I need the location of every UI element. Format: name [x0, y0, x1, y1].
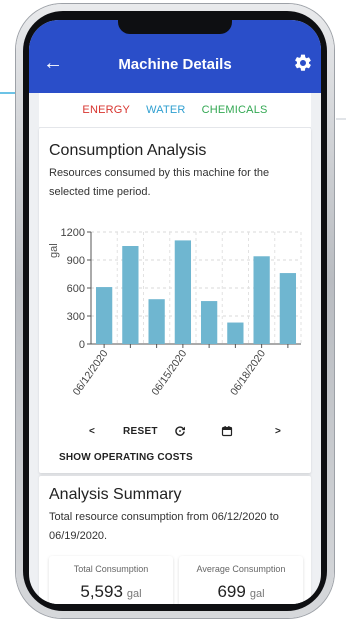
reset-button[interactable]: RESET — [123, 426, 158, 437]
tab-water[interactable]: WATER — [146, 104, 186, 116]
y-tick-label: 600 — [67, 283, 85, 295]
screen: ← Machine Details ENERGY WATER CHEMICALS… — [29, 20, 321, 604]
y-tick-label: 1200 — [61, 227, 85, 239]
average-unit: gal — [249, 588, 265, 600]
average-consumption-value: 699 gal — [179, 582, 303, 602]
chart-bar — [227, 322, 244, 344]
phone-frame: ← Machine Details ENERGY WATER CHEMICALS… — [16, 4, 334, 618]
tab-energy[interactable]: ENERGY — [82, 104, 130, 116]
page-title: Machine Details — [118, 56, 232, 73]
section-title: Consumption Analysis — [49, 142, 207, 159]
total-value: 5,593 — [80, 582, 123, 601]
phone-notch — [118, 20, 232, 34]
x-tick-label: 06/18/2020 — [228, 348, 268, 398]
chart-bar — [279, 273, 297, 344]
total-unit: gal — [126, 588, 142, 600]
resource-tabs: ENERGY WATER CHEMICALS — [39, 93, 311, 128]
chart-bar — [253, 256, 270, 344]
y-tick-label: 0 — [79, 339, 85, 351]
y-tick-label: 900 — [67, 255, 85, 267]
y-tick-label: 300 — [67, 311, 85, 323]
section-description: Resources consumed by this machine for t… — [49, 167, 270, 198]
summary-description: Total resource consumption from 06/12/20… — [49, 511, 279, 542]
chart-bar — [148, 299, 165, 344]
total-consumption-label: Total Consumption — [73, 564, 149, 574]
previous-period-button[interactable]: < — [89, 426, 95, 437]
next-period-button[interactable]: > — [275, 426, 281, 437]
chart-bar — [200, 301, 218, 344]
chart-bar — [122, 246, 139, 344]
average-consumption-label: Average Consumption — [196, 564, 286, 574]
chart-bar — [95, 287, 113, 344]
average-consumption-card: Average Consumption 699 gal — [179, 556, 303, 604]
gear-icon[interactable] — [293, 53, 313, 73]
app-bar: ← Machine Details — [29, 20, 321, 93]
chart-bar — [174, 240, 192, 344]
refresh-icon[interactable] — [173, 424, 187, 438]
summary-title: Analysis Summary — [49, 486, 182, 503]
y-axis-label: gal — [48, 243, 60, 258]
chart-controls: < RESET > — [39, 426, 311, 446]
decorative-line-right — [336, 118, 346, 120]
consumption-bar-chart: 0 300 600 900 1200gal 06/12/2020 06/15/2020 06/… — [48, 227, 302, 398]
calendar-icon[interactable] — [221, 425, 233, 437]
show-operating-costs-button[interactable]: SHOW OPERATING COSTS — [59, 452, 193, 463]
analysis-summary-card: Analysis Summary Total resource consumpt… — [39, 476, 311, 604]
total-consumption-card: Total Consumption 5,593 gal — [49, 556, 173, 604]
x-tick-label: 06/12/2020 — [71, 348, 111, 398]
consumption-analysis-card: Consumption Analysis Resources consumed … — [39, 128, 311, 473]
x-tick-label: 06/15/2020 — [149, 348, 189, 398]
total-consumption-value: 5,593 gal — [49, 582, 173, 602]
tab-chemicals[interactable]: CHEMICALS — [202, 104, 268, 116]
average-value: 699 — [217, 582, 246, 601]
